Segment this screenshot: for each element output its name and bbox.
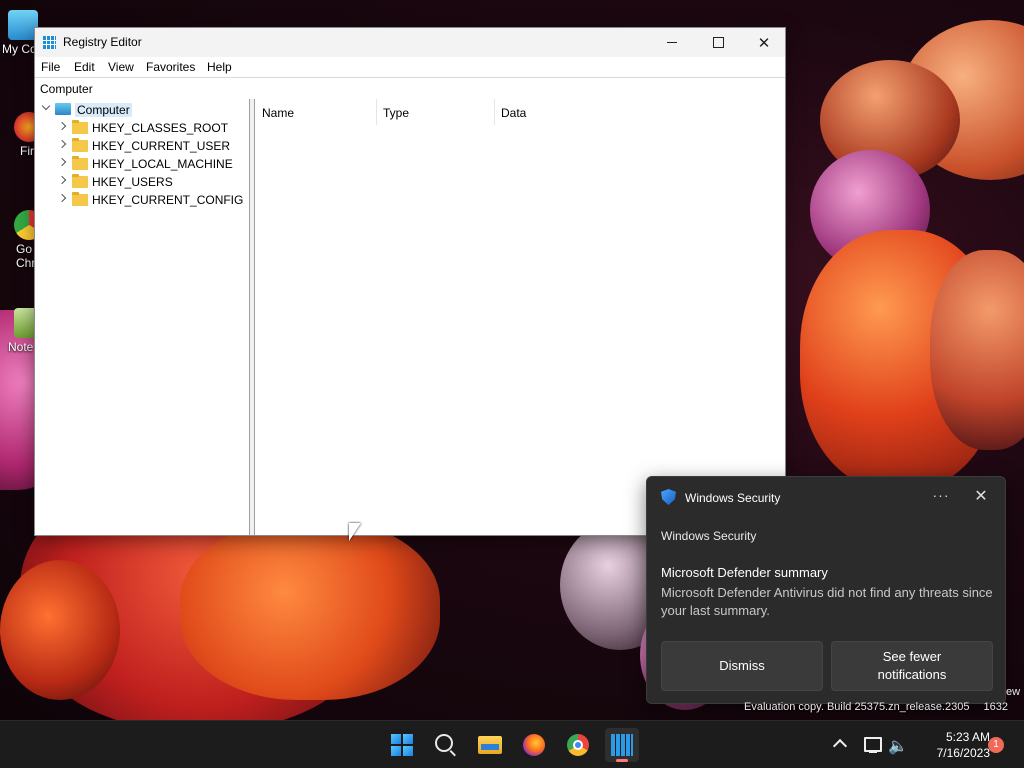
taskbar-clock[interactable]: 5:23 AM 7/16/2023 xyxy=(910,729,990,761)
clock-date: 7/16/2023 xyxy=(936,746,990,760)
see-fewer-notifications-button[interactable]: See fewer notifications xyxy=(831,641,993,691)
search-icon xyxy=(435,734,453,752)
tree-item-label: HKEY_LOCAL_MACHINE xyxy=(92,157,233,171)
toast-body: Microsoft Defender Antivirus did not fin… xyxy=(661,585,993,618)
folder-icon xyxy=(72,156,88,170)
active-indicator xyxy=(616,759,628,762)
chevron-right-icon[interactable] xyxy=(57,175,67,185)
chevron-right-icon[interactable] xyxy=(57,193,67,203)
tree-item-hkey-users[interactable]: HKEY_USERS xyxy=(35,173,245,191)
start-icon xyxy=(391,734,413,756)
chevron-right-icon[interactable] xyxy=(57,157,67,167)
folder-icon xyxy=(72,174,88,188)
key-tree: Computer HKEY_CLASSES_ROOT HKEY_CURRENT_… xyxy=(35,99,250,535)
notification-badge[interactable]: 1 xyxy=(988,737,1004,753)
firefox-icon xyxy=(523,734,545,756)
title-bar[interactable]: Registry Editor ✕ xyxy=(35,28,785,57)
tree-item-computer[interactable]: Computer xyxy=(35,101,245,119)
menu-favorites[interactable]: Favorites xyxy=(146,60,195,74)
menu-view[interactable]: View xyxy=(108,60,134,74)
column-header-label: Name xyxy=(262,106,295,120)
tree-item-label: HKEY_CURRENT_USER xyxy=(92,139,231,153)
maximize-icon xyxy=(712,37,724,48)
toast-attribution: Windows Security xyxy=(661,529,757,543)
column-header-type[interactable]: Type xyxy=(376,99,494,125)
tree-item-hkey-local-machine[interactable]: HKEY_LOCAL_MACHINE xyxy=(35,155,245,173)
folder-icon xyxy=(72,192,88,206)
tree-item-hkey-classes-root[interactable]: HKEY_CLASSES_ROOT xyxy=(35,119,245,137)
menu-help[interactable]: Help xyxy=(207,60,232,74)
evaluation-watermark: Evaluation copy. Build 25375.zn_release.… xyxy=(744,701,1008,713)
column-header-data[interactable]: Data xyxy=(494,99,784,125)
shield-icon xyxy=(661,489,676,505)
watermark-text: Evaluation copy. Build 25375.zn_release.… xyxy=(744,701,970,713)
clock-time: 5:23 AM xyxy=(945,730,990,744)
address-path: Computer xyxy=(40,82,93,96)
tree-item-label: HKEY_USERS xyxy=(92,175,173,189)
column-header-label: Type xyxy=(383,106,410,120)
dismiss-button[interactable]: Dismiss xyxy=(661,641,823,691)
more-options-icon[interactable]: ··· xyxy=(931,487,951,507)
chrome-icon xyxy=(567,734,589,756)
chevron-up-icon[interactable] xyxy=(832,738,848,754)
mouse-cursor-icon xyxy=(349,523,361,541)
taskbar: 🔈 5:23 AM 7/16/2023 1 xyxy=(0,720,1024,768)
start-button[interactable] xyxy=(385,728,419,762)
tree-item-label: Computer xyxy=(75,103,132,117)
network-icon[interactable] xyxy=(864,737,882,753)
watermark-text-end: 1632 xyxy=(983,701,1008,713)
file-explorer-icon xyxy=(478,736,502,754)
taskbar-chrome[interactable] xyxy=(561,728,595,762)
tree-item-label: HKEY_CURRENT_CONFIG xyxy=(92,193,244,207)
search-button[interactable] xyxy=(429,728,463,762)
chevron-right-icon[interactable] xyxy=(57,139,67,149)
registry-editor-icon xyxy=(43,36,56,49)
column-header-name[interactable]: Name xyxy=(255,99,375,125)
window-title: Registry Editor xyxy=(63,35,142,49)
menu-edit[interactable]: Edit xyxy=(74,60,95,74)
tree-item-hkey-current-user[interactable]: HKEY_CURRENT_USER xyxy=(35,137,245,155)
minimize-button[interactable] xyxy=(649,28,695,57)
close-icon[interactable]: ✕ xyxy=(971,487,991,507)
toast-app-name: Windows Security xyxy=(685,491,781,505)
maximize-button[interactable] xyxy=(695,28,741,57)
taskbar-registry-editor[interactable] xyxy=(605,728,639,762)
menu-file[interactable]: File xyxy=(41,60,60,74)
minimize-icon xyxy=(667,42,677,43)
computer-icon xyxy=(55,103,71,115)
folder-icon xyxy=(72,120,88,134)
values-list: Name Type Data xyxy=(255,99,785,535)
tree-item-label: HKEY_CLASSES_ROOT xyxy=(92,121,229,135)
column-header-label: Data xyxy=(501,106,527,120)
close-icon: ✕ xyxy=(757,34,771,52)
folder-icon xyxy=(72,138,88,152)
taskbar-firefox[interactable] xyxy=(517,728,551,762)
chevron-right-icon[interactable] xyxy=(57,121,67,131)
watermark-edge-text: ew xyxy=(1006,686,1021,698)
menu-bar: File Edit View Favorites Help xyxy=(35,57,785,77)
registry-editor-icon xyxy=(611,734,633,756)
address-bar[interactable]: Computer xyxy=(35,77,785,100)
notification-toast[interactable]: Windows Security ··· ✕ Windows Security … xyxy=(646,476,1006,704)
chevron-down-icon[interactable] xyxy=(41,101,51,111)
close-button[interactable]: ✕ xyxy=(741,28,787,57)
taskbar-file-explorer[interactable] xyxy=(473,728,507,762)
toast-title: Microsoft Defender summary xyxy=(661,565,828,580)
see-fewer-label: See fewer notifications xyxy=(877,649,947,682)
registry-editor-window: Registry Editor ✕ File Edit View Favorit… xyxy=(34,27,786,536)
tree-item-hkey-current-config[interactable]: HKEY_CURRENT_CONFIG xyxy=(35,191,245,209)
volume-icon[interactable]: 🔈 xyxy=(888,736,908,756)
